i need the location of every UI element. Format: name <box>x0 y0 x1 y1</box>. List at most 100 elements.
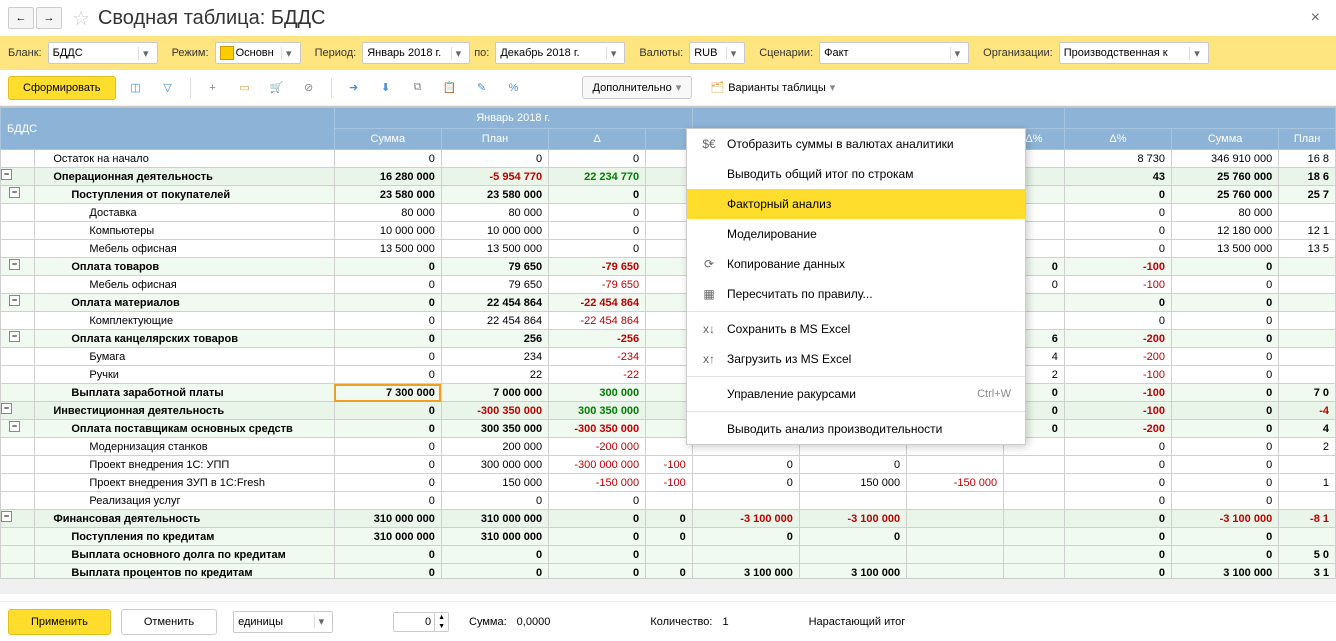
table-row[interactable]: Компьютеры10 000 00010 000 0000012 180 0… <box>1 222 1336 240</box>
cell[interactable]: 0 <box>334 294 441 312</box>
cell[interactable]: 0 <box>799 528 906 546</box>
cell[interactable]: 0 <box>549 186 646 204</box>
cell[interactable]: -22 454 864 <box>549 312 646 330</box>
cell[interactable]: 310 000 000 <box>334 528 441 546</box>
cell[interactable] <box>1004 528 1065 546</box>
cell[interactable]: 8 730 <box>1064 150 1171 168</box>
cell[interactable]: 150 000 <box>441 474 548 492</box>
row-label[interactable]: Оплата товаров <box>35 258 334 276</box>
cell[interactable]: 0 <box>1064 222 1171 240</box>
cell[interactable]: 0 <box>549 546 646 564</box>
row-label[interactable]: Бумага <box>35 348 334 366</box>
cell[interactable]: 0 <box>1064 474 1171 492</box>
row-label[interactable]: Мебель офисная <box>35 276 334 294</box>
cell[interactable]: 22 454 864 <box>441 294 548 312</box>
paste-icon[interactable]: 📋 <box>438 76 462 100</box>
cell[interactable]: 300 000 <box>549 384 646 402</box>
tree-toggle-icon[interactable]: − <box>1 169 12 180</box>
cell[interactable]: -100 <box>646 456 693 474</box>
cell[interactable]: 16 280 000 <box>334 168 441 186</box>
cell[interactable]: 0 <box>1064 564 1171 579</box>
arrow-right-icon[interactable]: ➜ <box>342 76 366 100</box>
cell[interactable]: 0 <box>441 564 548 579</box>
cell[interactable]: 25 7 <box>1279 186 1336 204</box>
cell[interactable] <box>1004 546 1065 564</box>
cell[interactable]: 0 <box>646 510 693 528</box>
cell[interactable]: 310 000 000 <box>441 528 548 546</box>
row-label[interactable]: Доставка <box>35 204 334 222</box>
cell[interactable]: 7 300 000 <box>334 384 441 402</box>
cell[interactable]: 5 0 <box>1279 546 1336 564</box>
cell[interactable]: 22 234 770 <box>549 168 646 186</box>
cell[interactable]: -100 <box>1064 366 1171 384</box>
cell[interactable]: 80 000 <box>441 204 548 222</box>
cell[interactable] <box>1279 366 1336 384</box>
cell[interactable]: 0 <box>334 348 441 366</box>
table-row[interactable]: Выплата основного долга по кредитам00000… <box>1 546 1336 564</box>
h-scrollbar[interactable] <box>0 578 1336 594</box>
scenario-select[interactable]: Факт▾ <box>819 42 969 64</box>
cell[interactable]: 0 <box>1064 456 1171 474</box>
table-row[interactable]: −Оплата поставщикам основных средств0300… <box>1 420 1336 438</box>
cell[interactable]: 13 5 <box>1279 240 1336 258</box>
cell[interactable]: -300 350 000 <box>441 402 548 420</box>
cell[interactable] <box>1004 474 1065 492</box>
cell[interactable]: 0 <box>334 366 441 384</box>
cell[interactable]: 12 180 000 <box>1172 222 1279 240</box>
edit-icon[interactable]: ✎ <box>470 76 494 100</box>
cell[interactable]: 0 <box>334 402 441 420</box>
cube-icon[interactable]: ◫ <box>124 76 148 100</box>
table-row[interactable]: Комплектующие022 454 864-22 454 86400 <box>1 312 1336 330</box>
row-label[interactable]: Мебель офисная <box>35 240 334 258</box>
row-label[interactable]: Реализация услуг <box>35 492 334 510</box>
cell[interactable]: 10 000 000 <box>334 222 441 240</box>
cell[interactable] <box>1279 492 1336 510</box>
more-button[interactable]: Дополнительно ▾ <box>582 76 693 99</box>
cell[interactable]: -100 <box>1064 258 1171 276</box>
cell[interactable]: 0 <box>1172 348 1279 366</box>
pivot-table-wrap[interactable]: БДДС Январь 2018 г. Сумма План Δ Δ% Δ% С… <box>0 106 1336 578</box>
period-from-select[interactable]: Январь 2018 г.▾ <box>362 42 470 64</box>
cell[interactable]: 300 350 000 <box>549 402 646 420</box>
row-label[interactable]: Поступления по кредитам <box>35 528 334 546</box>
tree-toggle-icon[interactable]: − <box>1 511 12 522</box>
cell[interactable]: 0 <box>799 456 906 474</box>
cell[interactable]: 0 <box>1172 438 1279 456</box>
cell[interactable]: 0 <box>692 456 799 474</box>
tree-toggle-icon[interactable]: − <box>9 259 20 270</box>
tree-toggle-icon[interactable]: − <box>9 421 20 432</box>
cell[interactable] <box>1279 204 1336 222</box>
cell[interactable]: 0 <box>441 492 548 510</box>
tree-toggle-icon[interactable]: − <box>9 331 20 342</box>
cell[interactable]: 0 <box>1064 186 1171 204</box>
row-label[interactable]: Проект внедрения ЗУП в 1С:Fresh <box>35 474 334 492</box>
cell[interactable]: 0 <box>334 492 441 510</box>
cell[interactable] <box>907 456 1004 474</box>
blank-select[interactable]: БДДС▾ <box>48 42 158 64</box>
cell[interactable]: 3 1 <box>1279 564 1336 579</box>
cell[interactable]: 0 <box>334 438 441 456</box>
dropdown-item[interactable]: Выводить анализ производительности <box>687 414 1025 444</box>
apply-button[interactable]: Применить <box>8 609 111 635</box>
cell[interactable] <box>1279 294 1336 312</box>
cell[interactable] <box>1279 456 1336 474</box>
cell[interactable]: -100 <box>1064 276 1171 294</box>
table-row[interactable]: Выплата заработной платы7 300 0007 000 0… <box>1 384 1336 402</box>
cell[interactable]: 0 <box>334 564 441 579</box>
cell[interactable]: 23 580 000 <box>441 186 548 204</box>
cell[interactable] <box>1004 564 1065 579</box>
table-row[interactable]: Модернизация станков0200 000-200 000002 <box>1 438 1336 456</box>
cell[interactable]: 13 500 000 <box>1172 240 1279 258</box>
cell[interactable]: 0 <box>1064 312 1171 330</box>
cell[interactable]: 0 <box>1064 510 1171 528</box>
row-label[interactable]: Оплата поставщикам основных средств <box>35 420 334 438</box>
cell[interactable]: 0 <box>646 564 693 579</box>
row-label[interactable]: Проект внедрения 1С: УПП <box>35 456 334 474</box>
cell[interactable]: 12 1 <box>1279 222 1336 240</box>
spin-up[interactable]: ▲ <box>435 613 448 622</box>
cell[interactable]: 3 100 000 <box>1172 564 1279 579</box>
cell[interactable]: 200 000 <box>441 438 548 456</box>
cell[interactable]: 0 <box>1172 312 1279 330</box>
cell[interactable]: -256 <box>549 330 646 348</box>
row-label[interactable]: Ручки <box>35 366 334 384</box>
